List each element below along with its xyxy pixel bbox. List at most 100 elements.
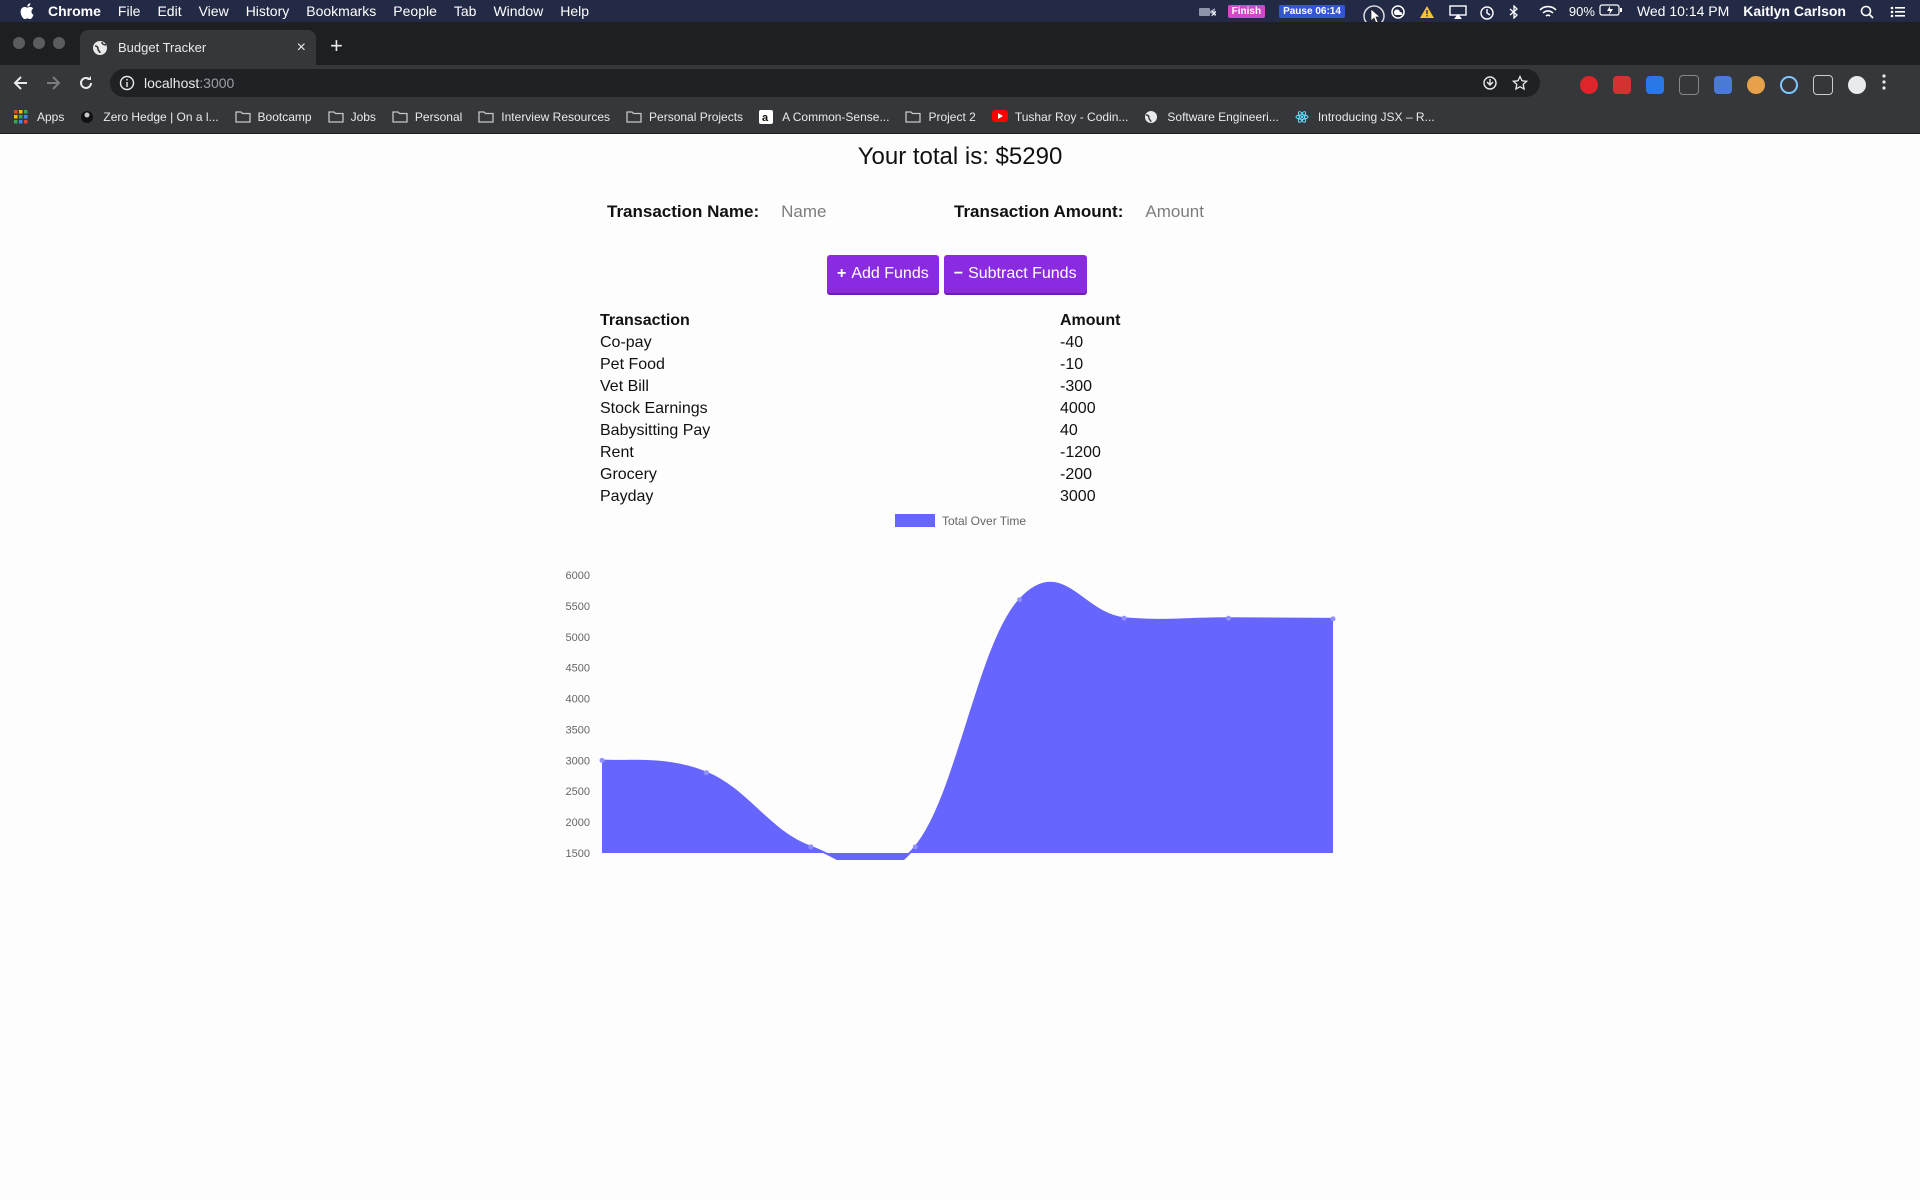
tab-budget-tracker[interactable]: Budget Tracker × [80,30,316,65]
dictionary-extension-icon[interactable] [1714,75,1732,94]
pet-extension-icon[interactable] [1747,75,1765,94]
bookmark-10[interactable]: Software Engineeri... [1144,110,1279,124]
transactions-table: Transaction Amount Co-pay -40 Pet Food -10… [600,310,1260,508]
color-picker-extension-icon[interactable] [1646,75,1664,94]
reading-list-icon[interactable] [1813,74,1833,95]
menu-file[interactable]: File [118,3,141,19]
transaction-name-input[interactable] [779,201,954,223]
menu-window[interactable]: Window [493,3,543,19]
menubar-user[interactable]: Kaitlyn Carlson [1743,3,1846,19]
battery-status[interactable]: 90% [1569,3,1623,19]
menu-view[interactable]: View [199,3,229,19]
chart-svg: Total Over Time 1500 2000 2500 3000 3500 4000 4… [566,514,1354,875]
y-tick-label: 1500 [566,848,590,860]
transaction-name-label: Transaction Name: [607,202,760,221]
menu-edit[interactable]: Edit [157,3,181,19]
bookmark-label: Personal Projects [649,109,744,124]
notification-center-icon[interactable] [1890,5,1906,18]
bookmark-0[interactable]: Apps [14,109,64,124]
forward-arrow-icon[interactable] [43,73,63,93]
table-row: Babysitting Pay 40 [600,420,1260,442]
transaction-amount-input[interactable] [1143,201,1318,223]
finish-recording-button[interactable]: Finish [1227,4,1266,18]
bookmark-9[interactable]: Tushar Roy - Codin... [991,109,1128,124]
site-info-icon[interactable] [119,75,135,91]
back-arrow-icon[interactable] [11,73,31,93]
address-bar[interactable]: localhost :3000 [110,69,1540,97]
table-row: Grocery -200 [600,464,1260,486]
bookmark-5[interactable]: Interview Resources [478,110,610,124]
react-devtools-icon[interactable] [1780,75,1798,94]
more-menu-icon[interactable] [1881,73,1887,96]
tab-close-icon[interactable]: × [297,39,306,57]
window-minimize-button[interactable] [33,37,45,49]
add-funds-button[interactable]: + Add Funds [827,255,939,293]
data-point [1121,615,1127,621]
window-zoom-button[interactable] [53,37,65,49]
y-tick-label: 2000 [566,817,590,829]
cloud-icon[interactable] [1389,5,1405,19]
extension-icon[interactable] [1679,74,1699,95]
profile-avatar-icon[interactable] [1848,75,1866,94]
browser-toolbar: localhost :3000 [0,65,1920,100]
globe-icon [1144,110,1160,124]
folder-icon [905,110,922,124]
bookmark-8[interactable]: Project 2 [905,109,976,124]
menubar-clock[interactable]: Wed 10:14 PM [1637,3,1729,19]
airplay-icon[interactable] [1449,5,1467,19]
menu-app-chrome[interactable]: Chrome [48,3,101,19]
data-point [1017,597,1023,603]
table-header-row: Transaction Amount [600,310,1260,332]
transaction-amount: -200 [1060,466,1093,483]
bluetooth-icon[interactable] [1509,4,1525,20]
reload-icon[interactable] [76,73,96,93]
table-row: Rent -1200 [600,442,1260,464]
bookmark-2[interactable]: Bootcamp [234,110,312,124]
adblock-plus-icon[interactable] [1613,75,1631,94]
menu-tab[interactable]: Tab [454,3,477,19]
data-point [1330,616,1336,622]
bookmark-11[interactable]: Introducing JSX – R... [1295,110,1435,124]
install-app-icon[interactable] [1482,75,1498,96]
bookmark-6[interactable]: Personal Projects [626,110,743,124]
menu-people[interactable]: People [393,3,437,19]
transaction-name-group: Transaction Name: [607,201,954,223]
spotlight-search-icon[interactable] [1860,5,1876,19]
bookmark-star-icon[interactable] [1511,74,1529,96]
bookmark-1[interactable]: Zero Hedge | On a l... [80,110,219,124]
warning-icon[interactable] [1419,5,1435,18]
table-row: Pet Food -10 [600,354,1260,376]
wifi-icon[interactable] [1539,5,1557,17]
data-point [808,844,814,850]
minus-icon: − [953,265,964,282]
battery-percent: 90% [1568,3,1595,19]
time-machine-icon[interactable] [1479,5,1495,20]
transaction-name: Co-pay [600,334,652,351]
bookmarks-bar: Apps Zero Hedge | On a l... Bootcamp Jobs Pe… [0,100,1920,134]
bookmark-3[interactable]: Jobs [327,110,376,124]
bookmark-label: Introducing JSX – R... [1317,109,1435,124]
menu-history[interactable]: History [246,3,290,19]
youtube-icon [991,109,1008,124]
new-tab-button[interactable]: + [330,35,343,57]
bookmark-7[interactable]: a A Common-Sense... [759,109,889,124]
y-tick-label: 4000 [566,694,590,706]
camera-off-icon[interactable]: ✕ [1198,5,1218,20]
folder-icon [392,110,408,124]
apple-icon[interactable] [20,3,34,19]
data-point [1226,615,1232,621]
total-heading: Your total is: $5290 [857,143,1063,170]
window-close-button[interactable] [13,37,25,49]
record-extension-icon[interactable] [1580,75,1598,94]
y-tick-label: 5500 [566,601,590,613]
y-tick-label: 3500 [566,724,590,736]
url-port: :3000 [199,75,235,91]
menu-help[interactable]: Help [560,3,589,19]
bookmark-label: Project 2 [928,109,976,124]
transaction-name: Payday [600,488,654,505]
subtract-funds-button[interactable]: − Subtract Funds [943,255,1087,293]
bookmark-4[interactable]: Personal [392,110,462,124]
menu-bookmarks[interactable]: Bookmarks [306,3,376,19]
pause-recording-button[interactable]: Pause 06:14 [1279,4,1345,18]
transaction-name: Grocery [600,466,657,483]
